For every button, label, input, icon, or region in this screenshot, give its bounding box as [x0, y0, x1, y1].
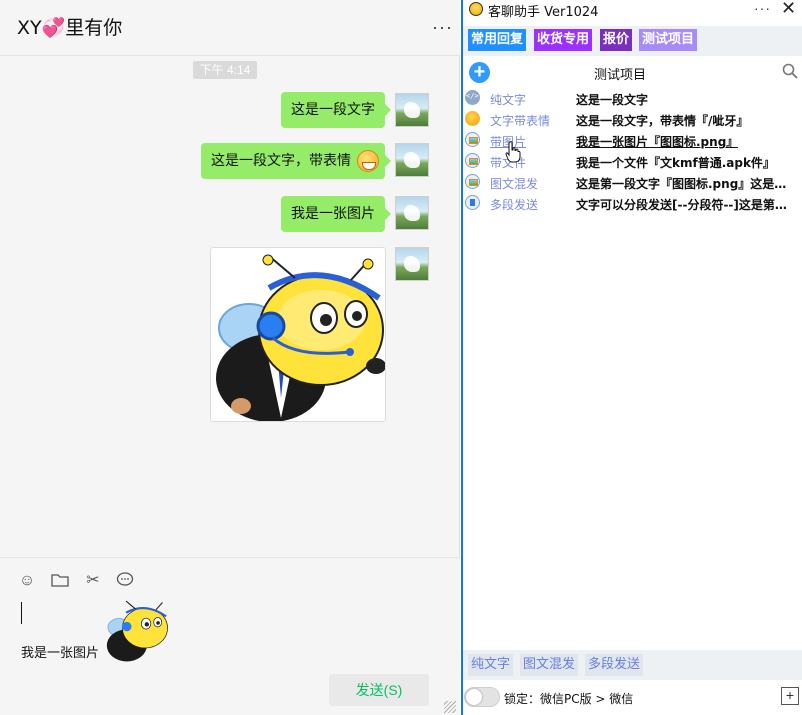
panel-more-button[interactable]: ··· — [754, 0, 771, 16]
item-content[interactable]: 这是一段文字 — [576, 91, 648, 108]
item-content[interactable]: 我是一个文件『文kmf普通.apk件』 — [576, 154, 775, 171]
panel-titlebar: 客聊助手 Ver1024 ··· ✕ — [463, 0, 802, 20]
item-name[interactable]: 文字带表情 — [490, 112, 550, 129]
message-text: 这是一段文字，带表情 — [211, 153, 351, 169]
time-badge: 下午 4:14 — [193, 61, 257, 79]
search-icon[interactable] — [782, 63, 798, 79]
item-content[interactable]: 文字可以分段发送[--分段符--]这是第二段文字 — [576, 196, 798, 213]
tab-common-replies[interactable]: 常用回复 — [468, 29, 527, 51]
message-bubble[interactable]: 这是一段文字，带表情 — [201, 143, 391, 179]
list-item[interactable]: 多段发送 文字可以分段发送[--分段符--]这是第二段文字 — [463, 193, 802, 214]
category-tabs: 常用回复 收货专用 报价 测试项目 — [463, 26, 802, 56]
message-bubble[interactable]: 我是一张图片 — [281, 196, 391, 232]
message-input-area[interactable]: ☺ ✂ 我是一张图片 发送(S) — [0, 557, 460, 715]
text-cursor — [21, 602, 22, 624]
emoji-icon — [465, 111, 480, 126]
assistant-panel: 客聊助手 Ver1024 ··· ✕ 常用回复 收货专用 报价 测试项目 + 测… — [461, 0, 802, 715]
app-logo-icon — [469, 2, 483, 16]
item-content[interactable]: 这是一段文字，带表情『/呲牙』 — [576, 112, 748, 129]
item-content[interactable]: 这是第一段文字『图图标.png』这是第二段文字 — [576, 175, 798, 192]
avatar[interactable] — [395, 196, 429, 230]
chat-window: XY💞里有你 ··· 下午 4:14 这是一段文字 这是一段文字，带表情 我是一… — [0, 0, 460, 715]
chat-header: XY💞里有你 ··· — [0, 0, 460, 56]
item-name[interactable]: 纯文字 — [490, 91, 526, 108]
chat-title: XY💞里有你 — [17, 17, 123, 39]
list-item[interactable]: 图文混发 这是第一段文字『图图标.png』这是第二段文字 — [463, 172, 802, 193]
folder-icon[interactable] — [51, 572, 69, 590]
tab-test-project[interactable]: 测试项目 — [639, 29, 698, 51]
quick-tag[interactable]: 图文混发 — [520, 654, 579, 676]
draft-text: 我是一张图片 — [21, 646, 100, 661]
emoji-icon[interactable]: ☺ — [18, 572, 36, 590]
image-icon — [465, 132, 480, 147]
close-icon[interactable]: ✕ — [781, 0, 796, 19]
panel-title: 客聊助手 Ver1024 — [488, 5, 599, 20]
quick-tag[interactable]: 纯文字 — [468, 654, 514, 676]
lock-toggle[interactable] — [464, 687, 500, 707]
code-icon — [465, 90, 480, 105]
status-bar: 锁定：微信PC版 > 微信 + — [463, 684, 802, 715]
item-name[interactable]: 多段发送 — [490, 196, 538, 213]
resize-grip[interactable] — [444, 701, 456, 713]
scissors-icon[interactable]: ✂ — [84, 572, 102, 590]
item-name[interactable]: 图文混发 — [490, 175, 538, 192]
avatar[interactable] — [395, 247, 429, 281]
expand-icon[interactable]: + — [781, 687, 799, 705]
avatar[interactable] — [395, 143, 429, 177]
send-button[interactable]: 发送(S) — [329, 674, 429, 706]
list-item[interactable]: 文字带表情 这是一段文字，带表情『/呲牙』 — [463, 109, 802, 130]
lock-label: 锁定：微信PC版 > 微信 — [504, 692, 634, 706]
bee-mascot-image — [216, 254, 385, 421]
hand-cursor-icon — [505, 141, 521, 163]
avatar[interactable] — [395, 93, 429, 127]
quick-tag[interactable]: 多段发送 — [585, 654, 644, 676]
list-title: 测试项目 — [594, 68, 647, 83]
image-icon — [465, 153, 480, 168]
chat-more-button[interactable]: ··· — [432, 18, 453, 36]
image-message[interactable] — [210, 247, 386, 422]
tab-quote[interactable]: 报价 — [600, 29, 633, 51]
list-item[interactable]: 纯文字 这是一段文字 — [463, 88, 802, 109]
draft-image-thumbnail[interactable] — [105, 598, 169, 662]
chat-history-icon[interactable] — [116, 572, 134, 590]
grin-emoji-icon — [357, 150, 379, 172]
tab-receiving[interactable]: 收货专用 — [534, 29, 593, 51]
item-content[interactable]: 我是一张图片『图图标.png』 — [576, 133, 738, 150]
add-reply-button[interactable]: + — [469, 62, 490, 83]
file-icon — [465, 195, 480, 210]
image-icon — [465, 174, 480, 189]
quick-tags: 纯文字 图文混发 多段发送 — [463, 650, 802, 680]
message-bubble[interactable]: 这是一段文字 — [281, 92, 391, 128]
